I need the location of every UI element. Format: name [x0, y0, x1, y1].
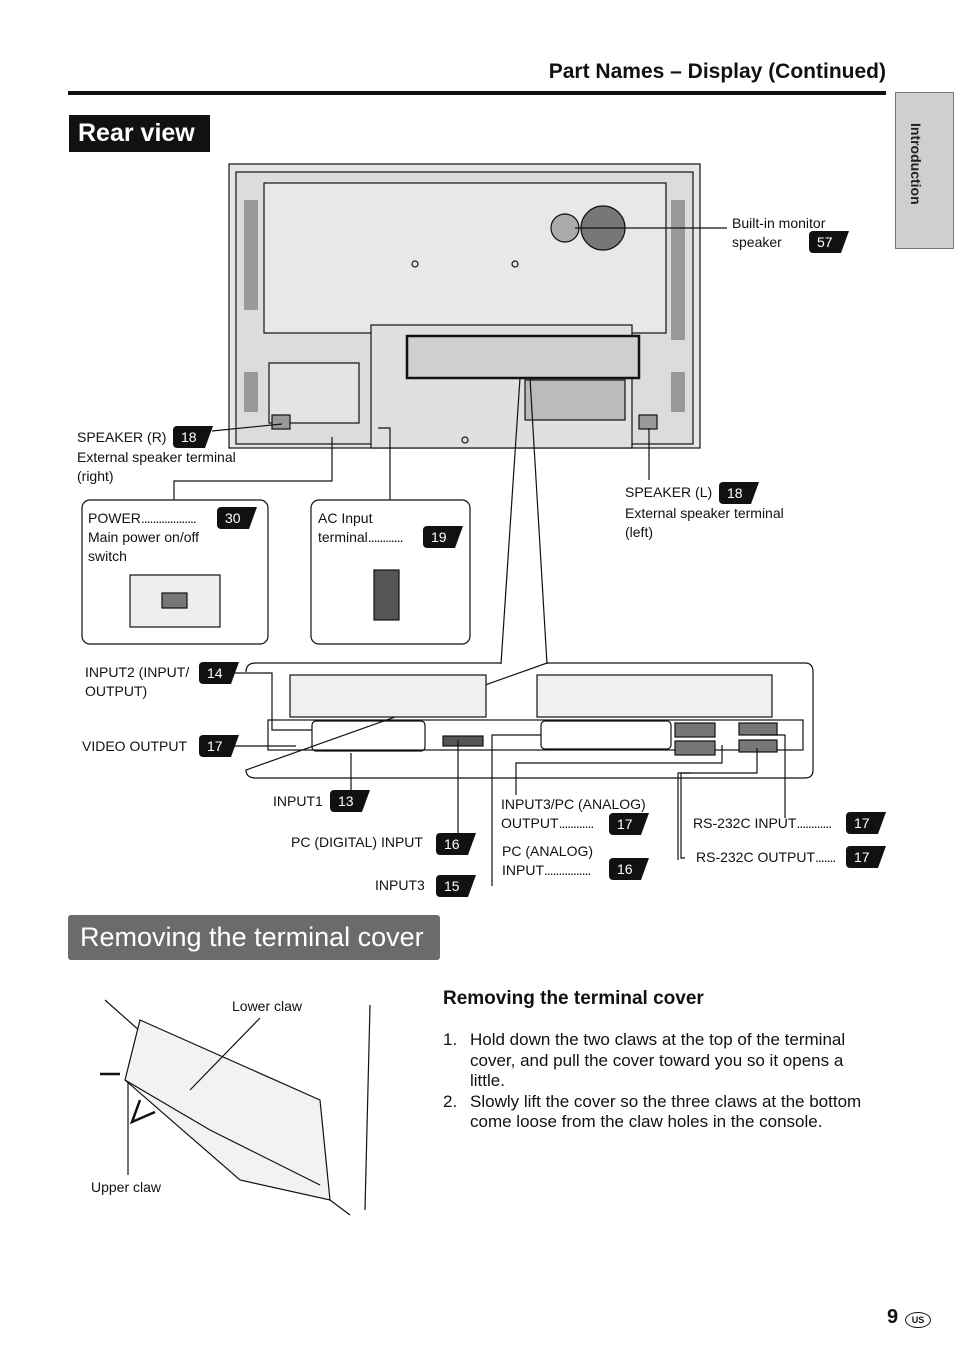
speaker-l-desc: External speaker terminal	[625, 505, 784, 521]
step-1: 1. Hold down the two claws at the top of…	[443, 1030, 861, 1092]
step-1-line-2: cover, and pull the cover toward you so …	[470, 1050, 844, 1070]
input3-pc-out-label-2: OUTPUT............	[501, 814, 595, 833]
manual-page: Part Names – Display (Continued) Introdu…	[0, 0, 954, 1351]
page-number: 9	[887, 1306, 899, 1328]
step-2-line-1: Slowly lift the cover so the three claws…	[470, 1091, 862, 1111]
pc-analog-in-dots: ................	[544, 862, 591, 878]
ac-input-label: AC Input	[318, 510, 373, 526]
rs232c-out-label: RS-232C OUTPUT.......	[696, 848, 836, 867]
speaker-r-desc-2: (right)	[77, 468, 114, 484]
power-desc: Main power on/off	[88, 529, 200, 545]
pc-digital-label: PC (DIGITAL) INPUT	[291, 834, 423, 850]
built-in-speaker-label: Built-in monitor	[732, 215, 826, 231]
step-1-num: 1.	[443, 1030, 458, 1049]
step-2-line-2: come loose from the claw holes in the co…	[470, 1112, 823, 1131]
rs232c-in-text: RS-232C INPUT	[693, 815, 797, 831]
input2-label-2: OUTPUT)	[85, 683, 148, 699]
ac-input-text: terminal	[318, 529, 368, 545]
speaker-r-label: SPEAKER (R)	[77, 429, 167, 445]
pc-analog-in-text: INPUT	[502, 862, 544, 878]
input2-label: INPUT2 (INPUT/	[85, 664, 190, 680]
ac-input-dots: ............	[367, 529, 404, 545]
speaker-l-label: SPEAKER (L)	[625, 484, 713, 500]
power-label-text: POWER	[88, 510, 141, 526]
input3-pc-out-text: OUTPUT	[501, 815, 559, 831]
rs232c-out-dots: .......	[815, 849, 836, 865]
step-1-line-1: Hold down the two claws at the top of th…	[470, 1030, 846, 1049]
input3-pc-out-label: INPUT3/PC (ANALOG)	[501, 796, 646, 812]
pc-analog-in-label-2: INPUT................	[502, 861, 591, 880]
rs232c-in-dots: ............	[796, 815, 832, 831]
power-dots: ...................	[140, 510, 197, 526]
lower-claw-label: Lower claw	[232, 998, 303, 1014]
speaker-l-desc-2: (left)	[625, 524, 653, 540]
pc-analog-in-label: PC (ANALOG)	[502, 843, 594, 859]
region-badge: US	[905, 1312, 931, 1328]
removing-subheading: Removing the terminal cover	[443, 988, 704, 1009]
rs232c-in-label: RS-232C INPUT............	[693, 814, 832, 833]
input3-pc-out-dots: ............	[558, 815, 595, 831]
steps-list: 1. Hold down the two claws at the top of…	[443, 1030, 861, 1133]
ac-input-label-2: terminal............	[318, 528, 404, 547]
removing-banner: Removing the terminal cover	[68, 915, 440, 960]
input3-label: INPUT3	[375, 877, 425, 893]
rs232c-out-text: RS-232C OUTPUT	[696, 849, 816, 865]
input1-label: INPUT1	[273, 793, 323, 809]
step-1-line-3: little.	[470, 1071, 505, 1090]
video-output-label: VIDEO OUTPUT	[82, 738, 188, 754]
speaker-r-desc: External speaker terminal	[77, 449, 236, 465]
built-in-speaker-label-2: speaker	[732, 234, 782, 250]
upper-claw-label: Upper claw	[91, 1179, 162, 1195]
power-desc-2: switch	[88, 548, 127, 564]
step-2-num: 2.	[443, 1091, 458, 1111]
step-2: 2. Slowly lift the cover so the three cl…	[443, 1092, 861, 1133]
power-label: POWER...................	[88, 509, 197, 528]
